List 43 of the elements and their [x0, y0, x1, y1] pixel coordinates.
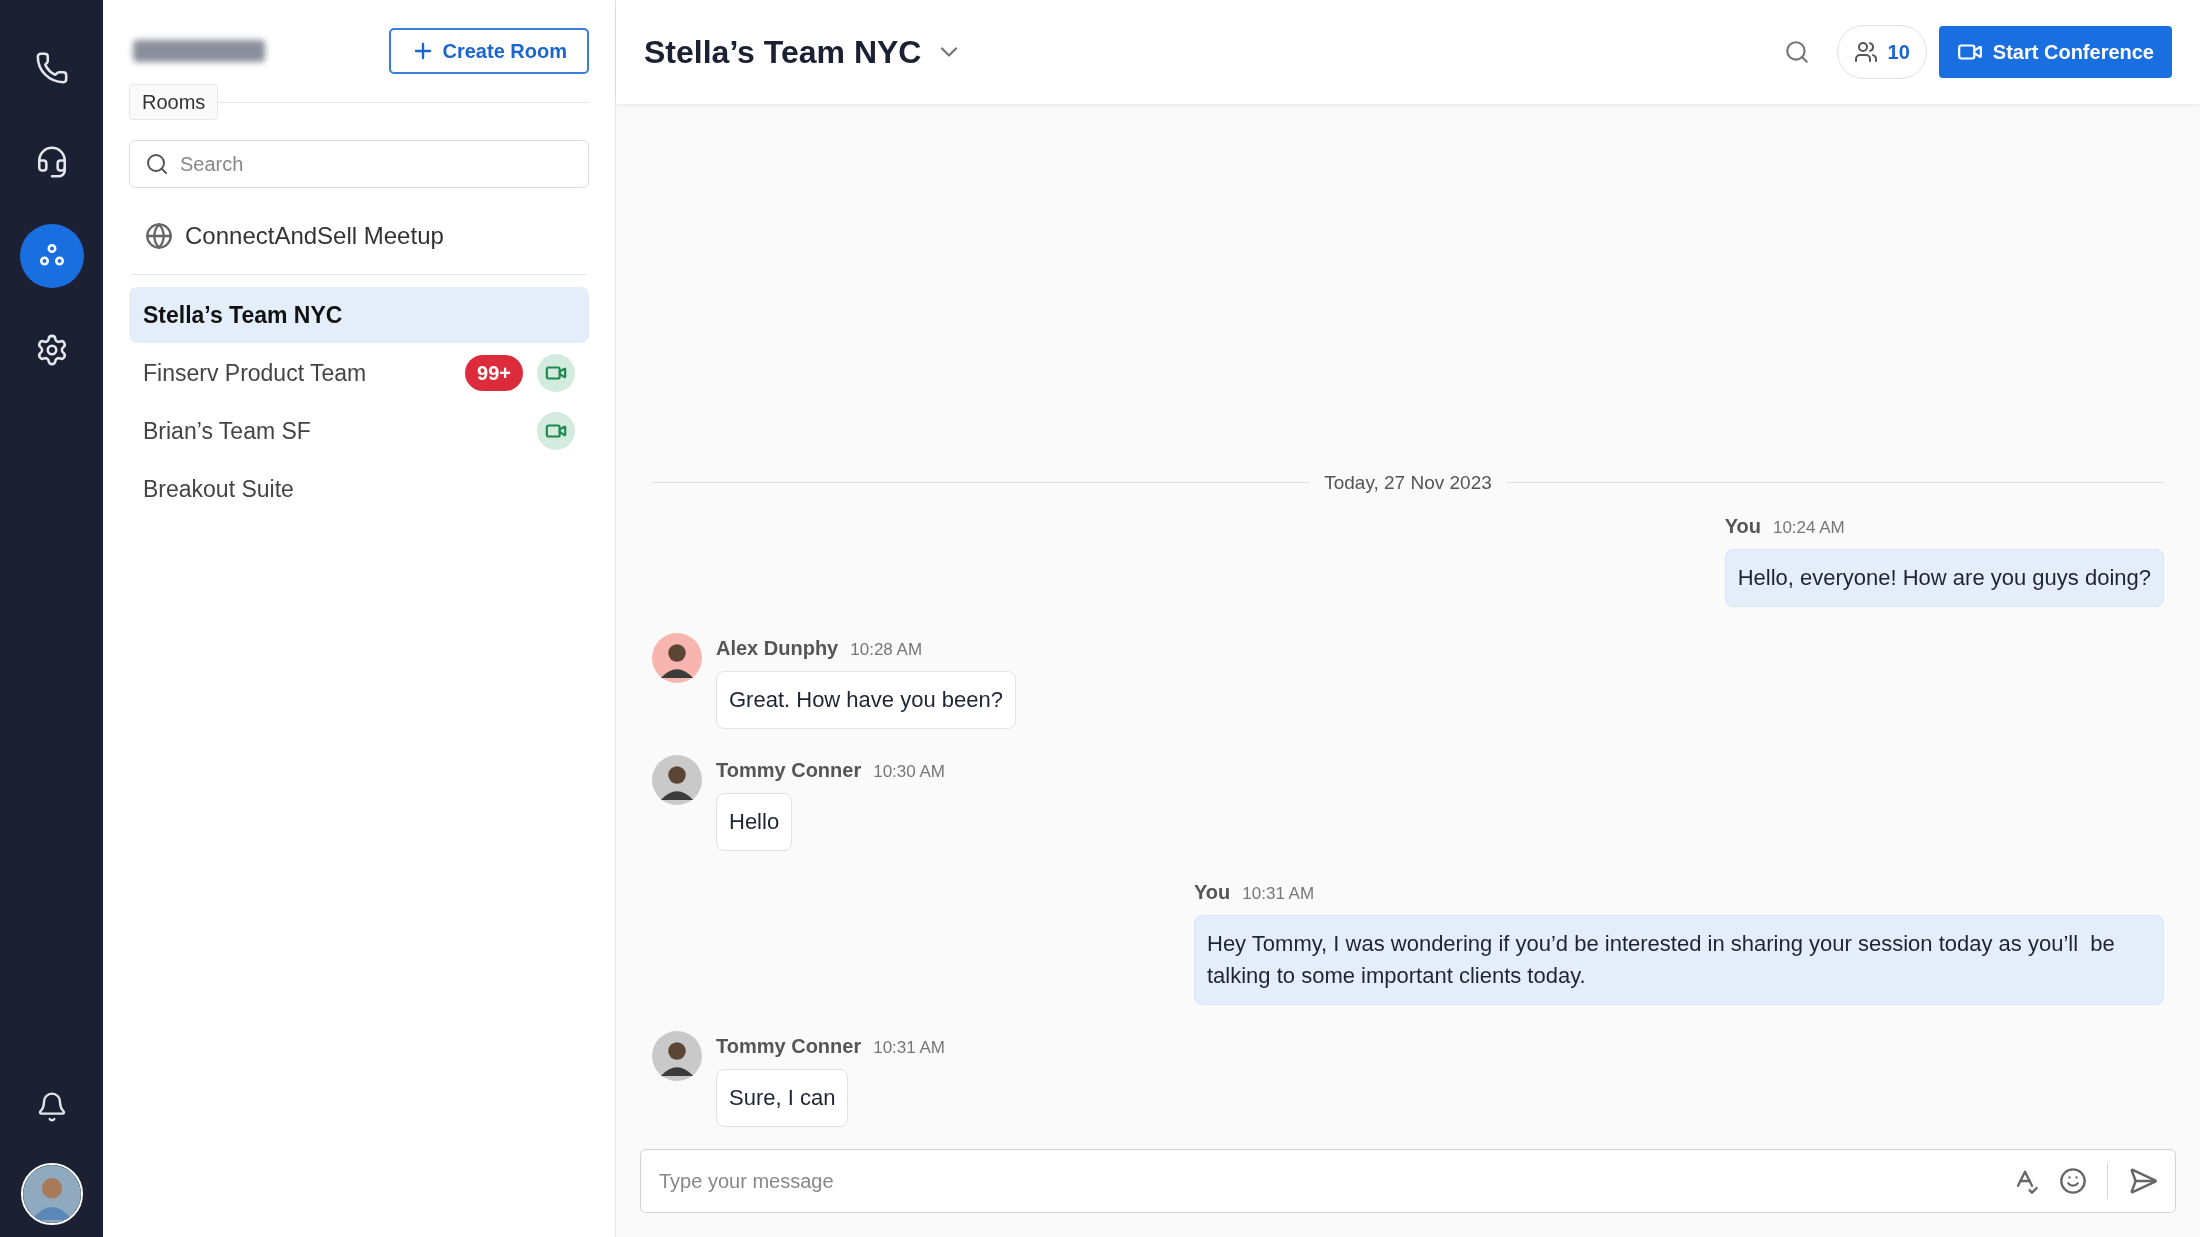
search-icon	[1783, 39, 1810, 65]
emoji-button[interactable]	[2059, 1167, 2087, 1195]
room-item[interactable]: Finserv Product Team 99+	[129, 345, 589, 401]
sender-name: You	[1724, 514, 1761, 539]
room-item[interactable]: Stella’s Team NYC	[129, 287, 589, 343]
search-icon	[145, 152, 169, 176]
start-conference-button[interactable]: Start Conference	[1938, 26, 2172, 78]
send-button[interactable]	[2128, 1166, 2158, 1196]
avatar	[652, 1031, 702, 1081]
message-time: 10:24 AM	[1772, 517, 1845, 539]
sender-name: Tommy Conner	[716, 758, 862, 783]
sender-name: You	[1194, 880, 1231, 905]
message-time: 10:31 AM	[873, 1037, 946, 1059]
avatar	[652, 755, 702, 805]
room-name: Stella’s Team NYC	[143, 300, 343, 330]
room-name: Breakout Suite	[143, 474, 294, 504]
message-bubble: Sure, I can	[716, 1069, 849, 1127]
message-bubble: Great. How have you been?	[716, 671, 1016, 729]
room-name: Finserv Product Team	[143, 358, 367, 388]
room-item[interactable]: Brian’s Team SF	[129, 403, 589, 459]
unread-count: 99+	[465, 355, 523, 391]
section-label: Rooms	[129, 84, 219, 120]
sender-name: Alex Dunphy	[716, 636, 839, 661]
message-time: 10:30 AM	[873, 761, 946, 783]
create-room-button[interactable]: Create Room	[388, 28, 589, 74]
phone-icon	[34, 51, 69, 85]
message-bubble: Hello	[716, 793, 793, 851]
message-time: 10:28 AM	[850, 639, 923, 661]
message-field[interactable]: Type your message	[640, 1149, 2176, 1213]
date-divider: Today, 27 Nov 2023	[1324, 470, 1492, 495]
room-name: Brian’s Team SF	[143, 416, 311, 446]
message-bubble: Hello, everyone! How are you guys doing?	[1724, 549, 2164, 607]
sender-name: Tommy Conner	[716, 1034, 862, 1059]
room-title: Stella’s Team NYC	[644, 33, 922, 72]
globe-icon	[145, 222, 173, 250]
people-icon	[1853, 40, 1878, 64]
room-item[interactable]: Breakout Suite	[129, 461, 589, 517]
avatar	[652, 633, 702, 683]
pinned-room[interactable]: ConnectAndSell Meetup	[129, 214, 589, 258]
message-time: 10:31 AM	[1242, 883, 1315, 905]
profile-avatar[interactable]	[20, 1163, 83, 1225]
search-field[interactable]: Search	[129, 140, 589, 188]
message-bubble: Hey Tommy, I was wondering if you’d be interested in sharing your session today as you’ll be talking to some important clients today.	[1194, 915, 2164, 1005]
